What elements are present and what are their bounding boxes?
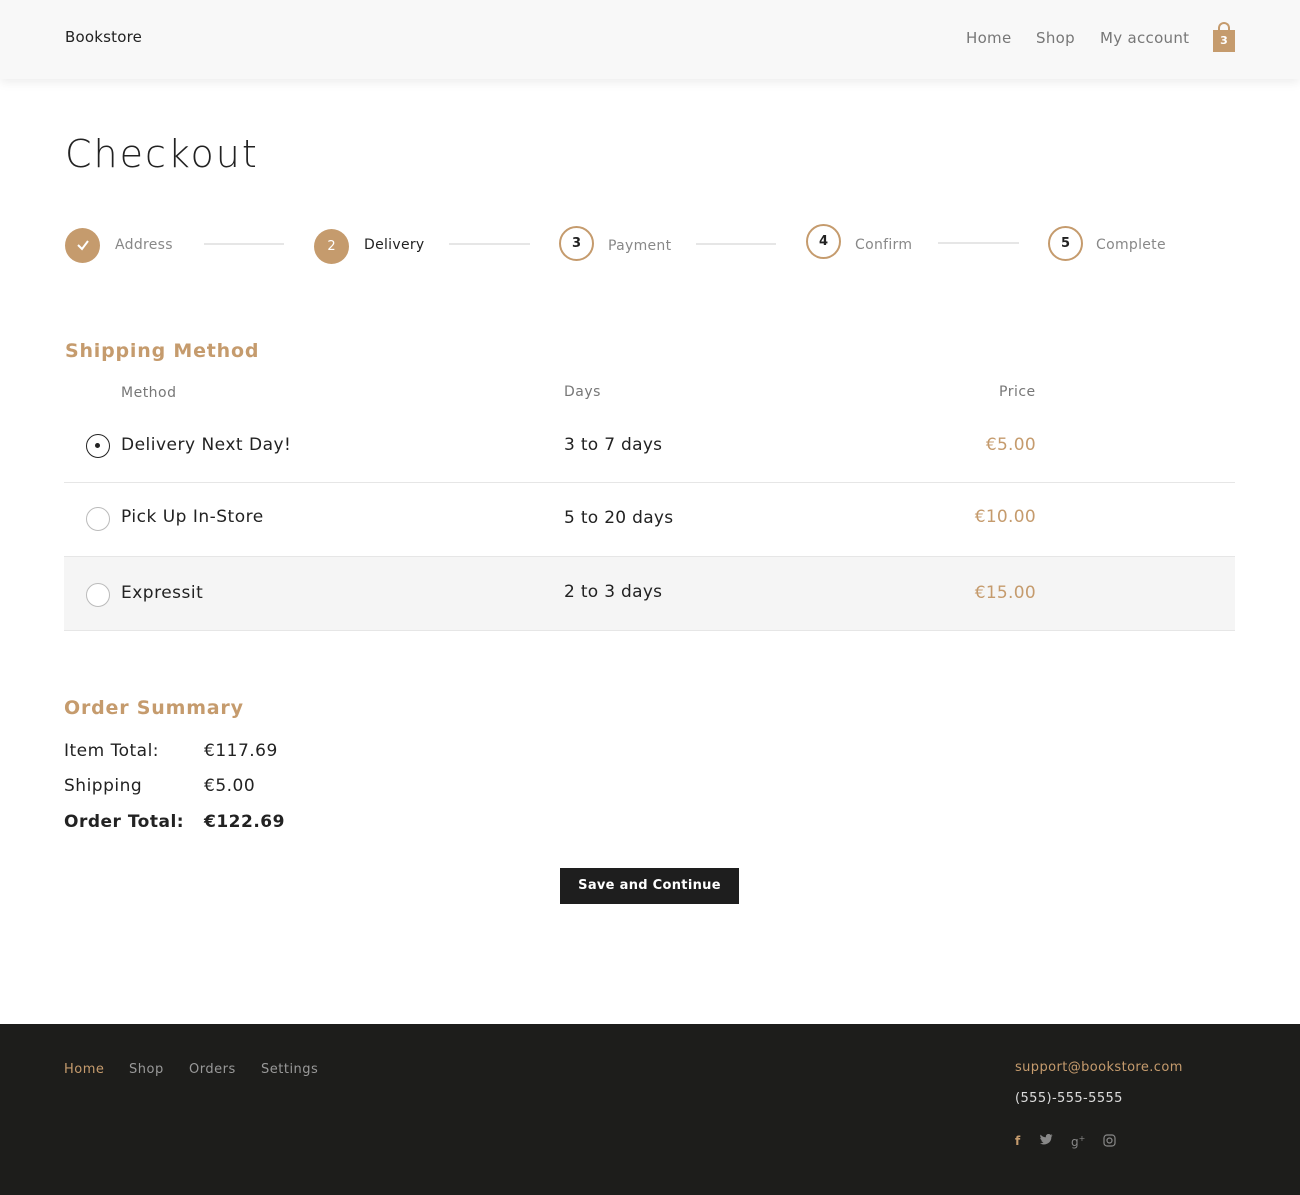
nav-my-account-link[interactable]: My account (1100, 29, 1189, 47)
site-header: Bookstore Home Shop My account 3 (0, 0, 1300, 79)
column-header-days: Days (564, 384, 601, 400)
step-payment-number[interactable]: 3 (559, 226, 594, 261)
radio-delivery-next-day[interactable] (86, 434, 110, 458)
method-price: €15.00 (974, 583, 1036, 603)
nav-home-link[interactable]: Home (966, 29, 1012, 47)
shipping-label: Shipping (64, 776, 143, 796)
column-header-method: Method (121, 385, 177, 401)
step-divider (696, 243, 776, 245)
site-footer: Home Shop Orders Settings support@bookst… (0, 1024, 1300, 1195)
google-plus-icon[interactable]: g+ (1071, 1134, 1085, 1149)
step-confirm-label[interactable]: Confirm (855, 237, 912, 253)
radio-pick-up-in-store[interactable] (86, 507, 110, 531)
step-confirm-number[interactable]: 4 (806, 224, 841, 259)
step-address-label[interactable]: Address (115, 237, 173, 253)
step-address-check-icon[interactable] (65, 228, 100, 263)
method-days: 5 to 20 days (564, 508, 674, 528)
method-days: 2 to 3 days (564, 582, 663, 602)
footer-home-link[interactable]: Home (64, 1062, 104, 1077)
shipping-option-row[interactable]: Expressit 2 to 3 days €15.00 (64, 557, 1235, 631)
save-and-continue-button[interactable]: Save and Continue (560, 868, 739, 904)
footer-orders-link[interactable]: Orders (189, 1062, 236, 1077)
brand-logo[interactable]: Bookstore (65, 28, 142, 46)
shipping-option-row[interactable]: Delivery Next Day! 3 to 7 days €5.00 (64, 410, 1235, 483)
page-title: Checkout (65, 132, 259, 176)
nav-shop-link[interactable]: Shop (1036, 29, 1075, 47)
method-name: Pick Up In-Store (121, 507, 264, 527)
step-divider (204, 243, 284, 245)
shipping-option-row[interactable]: Pick Up In-Store 5 to 20 days €10.00 (64, 483, 1235, 557)
step-divider (938, 242, 1019, 244)
footer-shop-link[interactable]: Shop (129, 1062, 164, 1077)
step-delivery-number[interactable]: 2 (314, 229, 349, 264)
column-header-price: Price (999, 384, 1036, 400)
method-name: Delivery Next Day! (121, 435, 292, 455)
step-delivery-label[interactable]: Delivery (364, 237, 425, 253)
order-total-value: €122.69 (204, 812, 285, 832)
step-payment-label[interactable]: Payment (608, 238, 671, 254)
method-name: Expressit (121, 583, 204, 603)
step-complete-number[interactable]: 5 (1048, 226, 1083, 261)
item-total-value: €117.69 (204, 741, 278, 761)
support-phone: (555)-555-5555 (1015, 1091, 1123, 1106)
support-email-link[interactable]: support@bookstore.com (1015, 1060, 1183, 1075)
method-days: 3 to 7 days (564, 435, 663, 455)
cart-icon[interactable]: 3 (1213, 22, 1235, 52)
method-price: €5.00 (985, 435, 1036, 455)
method-price: €10.00 (974, 507, 1036, 527)
item-total-label: Item Total: (64, 741, 160, 761)
instagram-icon[interactable] (1103, 1134, 1116, 1150)
step-complete-label[interactable]: Complete (1096, 237, 1166, 253)
order-total-label: Order Total: (64, 812, 185, 832)
twitter-icon[interactable] (1040, 1133, 1053, 1148)
radio-expressit[interactable] (86, 583, 110, 607)
order-summary-title: Order Summary (64, 697, 244, 719)
shipping-method-title: Shipping Method (65, 340, 260, 362)
step-divider (449, 243, 530, 245)
shipping-value: €5.00 (204, 776, 256, 796)
footer-settings-link[interactable]: Settings (261, 1062, 318, 1077)
facebook-icon[interactable]: f (1015, 1134, 1020, 1148)
cart-count-badge: 3 (1213, 30, 1235, 52)
